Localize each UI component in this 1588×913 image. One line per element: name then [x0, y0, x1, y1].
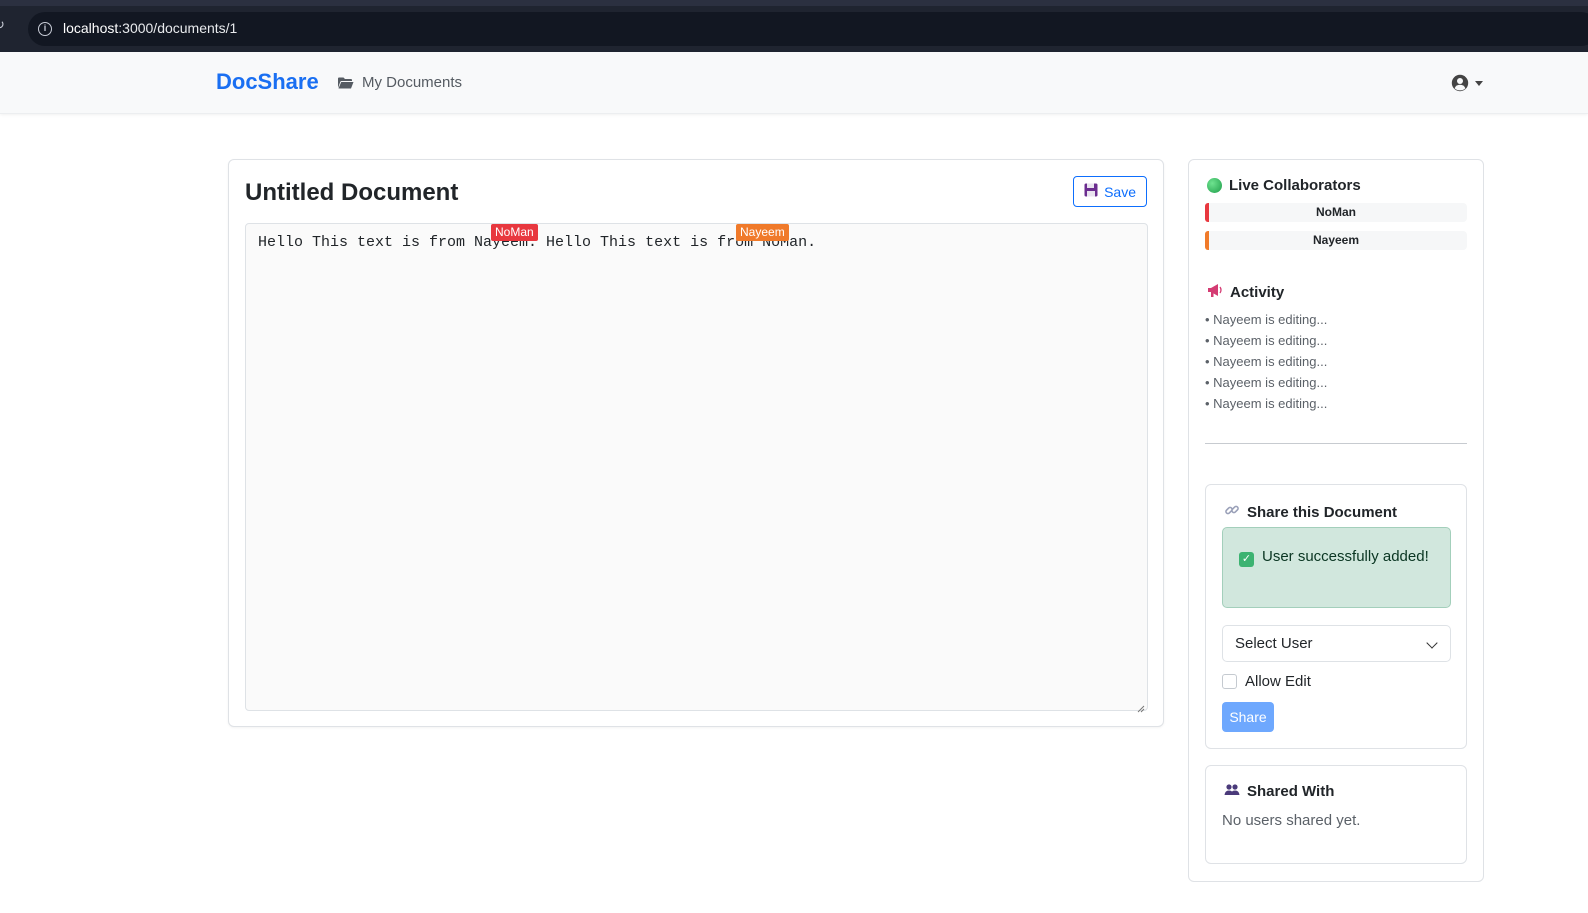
- shared-with-heading: Shared With: [1224, 783, 1334, 800]
- document-editor-card: Untitled Document Save Hello This text i…: [228, 159, 1164, 727]
- collaborator-item: Nayeem: [1205, 231, 1467, 250]
- collaborator-color-bar: [1205, 231, 1209, 250]
- url-text[interactable]: localhost:3000/documents/1: [63, 20, 237, 36]
- reload-icon[interactable]: ↻: [0, 18, 8, 32]
- activity-list: • Nayeem is editing... • Nayeem is editi…: [1205, 310, 1327, 415]
- save-button[interactable]: Save: [1073, 176, 1147, 207]
- success-alert-text: User successfully added!: [1262, 548, 1429, 565]
- activity-item: • Nayeem is editing...: [1205, 312, 1328, 327]
- cursor-label-noman: NoMan: [491, 224, 538, 241]
- green-dot-icon: [1207, 178, 1222, 193]
- allow-edit-label[interactable]: Allow Edit: [1245, 673, 1311, 690]
- activity-item: • Nayeem is editing...: [1205, 354, 1328, 369]
- collaborator-color-bar: [1205, 203, 1209, 222]
- success-alert: ✓ User successfully added!: [1222, 527, 1451, 608]
- share-title: Share this Document: [1247, 503, 1398, 521]
- sidebar-card: Live Collaborators NoMan Nayeem Activity…: [1188, 159, 1484, 882]
- user-circle-icon: [1451, 74, 1469, 97]
- collaborator-name: Nayeem: [1312, 233, 1360, 247]
- my-documents-label: My Documents: [362, 74, 463, 91]
- live-collaborators-title: Live Collaborators: [1229, 177, 1361, 194]
- document-textarea[interactable]: Hello This text is from Nayeem. Hello Th…: [245, 223, 1148, 713]
- browser-tab-strip: [0, 0, 1588, 6]
- chevron-down-icon: [1426, 637, 1438, 649]
- document-title: Untitled Document: [245, 179, 459, 206]
- url-host: localhost: [63, 20, 119, 36]
- activity-item: • Nayeem is editing...: [1205, 396, 1328, 411]
- chevron-down-icon: [1475, 81, 1483, 86]
- allow-edit-checkbox[interactable]: [1222, 674, 1237, 689]
- activity-heading: Activity: [1207, 283, 1284, 302]
- activity-title: Activity: [1230, 284, 1285, 301]
- shared-with-title: Shared With: [1247, 783, 1335, 800]
- url-path: :3000/documents/1: [118, 20, 238, 36]
- share-document-panel: Share this Document ✓ User successfully a…: [1205, 484, 1467, 749]
- megaphone-icon: [1207, 283, 1223, 302]
- live-collaborators-heading: Live Collaborators: [1207, 177, 1361, 194]
- share-button[interactable]: Share: [1222, 702, 1274, 732]
- select-user-dropdown[interactable]: Select User: [1222, 625, 1451, 662]
- brand-link[interactable]: DocShare: [216, 69, 319, 95]
- select-user-value: Select User: [1235, 635, 1313, 652]
- user-menu-toggle[interactable]: [1451, 74, 1483, 97]
- allow-edit-option[interactable]: Allow Edit: [1222, 673, 1311, 690]
- cursor-label-nayeem: Nayeem: [736, 224, 789, 241]
- resize-handle-icon[interactable]: [1137, 700, 1145, 713]
- divider: [1205, 443, 1467, 444]
- address-bar[interactable]: i localhost:3000/documents/1: [28, 12, 1588, 46]
- folder-icon: [338, 77, 354, 89]
- browser-toolbar: ↻ i localhost:3000/documents/1: [0, 0, 1588, 52]
- my-documents-link[interactable]: My Documents: [338, 74, 462, 91]
- collaborator-name: NoMan: [1316, 205, 1356, 219]
- collaborator-item: NoMan: [1205, 203, 1467, 222]
- shared-with-empty-text: No users shared yet.: [1222, 812, 1361, 829]
- users-icon: [1224, 783, 1240, 800]
- info-icon[interactable]: i: [38, 22, 52, 36]
- activity-item: • Nayeem is editing...: [1205, 333, 1328, 348]
- floppy-disk-icon: [1084, 183, 1098, 200]
- share-heading: Share this Document: [1224, 502, 1397, 522]
- activity-item: • Nayeem is editing...: [1205, 375, 1328, 390]
- save-button-label: Save: [1104, 183, 1136, 200]
- shared-with-panel: Shared With No users shared yet.: [1205, 765, 1467, 864]
- link-icon: [1224, 502, 1240, 522]
- navbar: DocShare My Documents: [0, 52, 1588, 114]
- check-mark-icon: ✓: [1239, 552, 1254, 567]
